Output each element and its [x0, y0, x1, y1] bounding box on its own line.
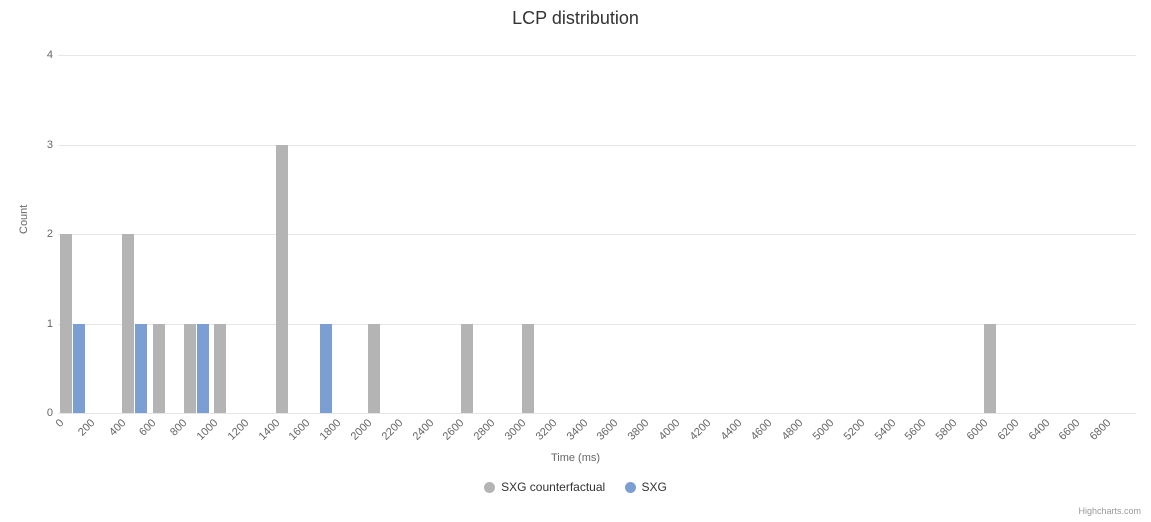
legend-label: SXG counterfactual	[501, 480, 605, 494]
x-tick-label: 5800	[930, 417, 960, 447]
x-tick-label: 400	[98, 417, 128, 447]
bar-counterfactual[interactable]	[368, 324, 380, 414]
x-tick-label: 1200	[222, 417, 252, 447]
y-tick-label: 3	[13, 139, 53, 151]
x-tick-label: 4000	[653, 417, 683, 447]
chart-title: LCP distribution	[0, 8, 1151, 29]
x-tick-label: 1800	[314, 417, 344, 447]
x-tick-label: 5000	[807, 417, 837, 447]
legend-swatch-icon	[625, 482, 636, 493]
x-tick-label: 5400	[868, 417, 898, 447]
y-tick-label: 2	[13, 228, 53, 240]
x-tick-label: 2000	[345, 417, 375, 447]
y-tick-label: 1	[13, 318, 53, 330]
x-tick-label: 0	[37, 417, 67, 447]
bar-counterfactual[interactable]	[461, 324, 473, 414]
x-tick-label: 2400	[406, 417, 436, 447]
x-tick-label: 5200	[838, 417, 868, 447]
bar-sxg[interactable]	[320, 324, 332, 414]
x-tick-label: 800	[160, 417, 190, 447]
x-tick-label: 6000	[961, 417, 991, 447]
bar-counterfactual[interactable]	[122, 234, 134, 413]
bar-counterfactual[interactable]	[214, 324, 226, 414]
bar-counterfactual[interactable]	[984, 324, 996, 414]
y-tick-label: 4	[13, 49, 53, 61]
x-tick-label: 200	[68, 417, 98, 447]
bar-counterfactual[interactable]	[184, 324, 196, 414]
legend-item-sxg[interactable]: SXG	[625, 480, 667, 494]
x-tick-label: 3200	[530, 417, 560, 447]
legend-swatch-icon	[484, 482, 495, 493]
bar-sxg[interactable]	[73, 324, 85, 414]
x-tick-label: 1400	[252, 417, 282, 447]
x-tick-label: 3800	[622, 417, 652, 447]
x-axis-label: Time (ms)	[0, 452, 1151, 464]
x-tick-label: 2800	[468, 417, 498, 447]
x-tick-label: 3600	[591, 417, 621, 447]
x-tick-label: 4800	[776, 417, 806, 447]
x-tick-label: 6800	[1084, 417, 1114, 447]
lcp-distribution-chart: LCP distribution Count Time (ms) 01234 0…	[0, 0, 1151, 522]
credits-link[interactable]: Highcharts.com	[1078, 506, 1141, 516]
x-tick-label: 1600	[283, 417, 313, 447]
x-tick-label: 2600	[437, 417, 467, 447]
bar-sxg[interactable]	[197, 324, 209, 414]
gridline	[58, 413, 1136, 414]
legend: SXG counterfactual SXG	[0, 480, 1151, 496]
x-tick-label: 4200	[684, 417, 714, 447]
x-tick-label: 1000	[191, 417, 221, 447]
bar-group	[58, 55, 1136, 413]
y-tick-label: 0	[13, 407, 53, 419]
bar-counterfactual[interactable]	[153, 324, 165, 414]
x-tick-label: 3000	[499, 417, 529, 447]
bar-counterfactual[interactable]	[60, 234, 72, 413]
bar-counterfactual[interactable]	[522, 324, 534, 414]
x-tick-label: 4400	[714, 417, 744, 447]
x-tick-label: 6200	[992, 417, 1022, 447]
x-tick-label: 5600	[899, 417, 929, 447]
legend-item-counterfactual[interactable]: SXG counterfactual	[484, 480, 605, 494]
bar-sxg[interactable]	[135, 324, 147, 414]
x-tick-label: 3400	[560, 417, 590, 447]
x-tick-label: 6600	[1053, 417, 1083, 447]
x-tick-label: 6400	[1022, 417, 1052, 447]
bar-counterfactual[interactable]	[276, 145, 288, 414]
legend-label: SXG	[642, 480, 667, 494]
x-tick-label: 4600	[745, 417, 775, 447]
x-tick-label: 2200	[376, 417, 406, 447]
x-tick-label: 600	[129, 417, 159, 447]
x-tick-group: 0200400600800100012001400160018002000220…	[58, 415, 1136, 449]
plot-area	[58, 55, 1136, 413]
